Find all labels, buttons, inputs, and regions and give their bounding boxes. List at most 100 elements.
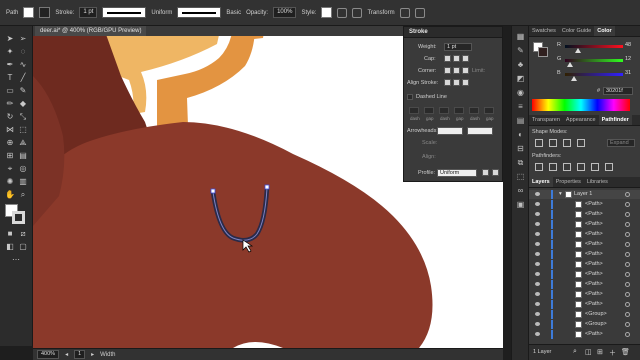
minus-front-icon[interactable] xyxy=(549,139,557,147)
target-icon[interactable] xyxy=(625,192,630,197)
gap-field[interactable] xyxy=(424,107,434,114)
visibility-eye-icon[interactable] xyxy=(535,222,540,226)
crop-icon[interactable] xyxy=(577,163,585,171)
artboard-nav-prev[interactable]: ◂ xyxy=(65,351,68,358)
delete-layer-icon[interactable]: 🗑 xyxy=(621,348,630,356)
transform-panel-icon[interactable]: ⬚ xyxy=(516,172,525,181)
profile-select[interactable]: Uniform xyxy=(437,169,477,177)
target-icon[interactable] xyxy=(625,222,630,227)
b-value[interactable]: 31 xyxy=(625,70,631,76)
tab-swatches[interactable]: Swatches xyxy=(529,26,559,36)
eraser-icon[interactable]: ◆ xyxy=(18,99,28,109)
fill-swatch[interactable] xyxy=(23,7,35,18)
curvature-tool-icon[interactable]: ∿ xyxy=(18,60,28,70)
round-cap-icon[interactable] xyxy=(453,55,460,62)
item-name[interactable]: <Path> xyxy=(585,230,603,239)
layer-item-row[interactable]: <Path> xyxy=(529,230,640,239)
r-value[interactable]: 48 xyxy=(625,42,631,48)
layer-item-row[interactable]: <Path> xyxy=(529,220,640,229)
align-center-icon[interactable] xyxy=(444,79,451,86)
visibility-eye-icon[interactable] xyxy=(535,312,540,316)
item-name[interactable]: <Path> xyxy=(585,250,603,259)
edit-toolbar-icon[interactable]: ⋯ xyxy=(11,255,21,265)
square-cap-icon[interactable] xyxy=(462,55,469,62)
blend-tool-icon[interactable]: ◎ xyxy=(18,164,28,174)
unite-icon[interactable] xyxy=(535,139,543,147)
item-name[interactable]: <Path> xyxy=(585,290,603,299)
zoom-field[interactable]: 400% xyxy=(37,350,60,359)
opacity-field[interactable]: 100% xyxy=(273,7,297,18)
layer-item-row[interactable]: <Group> xyxy=(529,320,640,329)
item-name[interactable]: <Path> xyxy=(585,200,603,209)
target-icon[interactable] xyxy=(625,252,630,257)
visibility-eye-icon[interactable] xyxy=(535,202,540,206)
tab-libraries[interactable]: Libraries xyxy=(584,177,611,187)
dash-field[interactable] xyxy=(469,107,479,114)
align-outside-icon[interactable] xyxy=(462,79,469,86)
make-clipping-mask-icon[interactable]: ◫ xyxy=(585,348,592,356)
visibility-eye-icon[interactable] xyxy=(535,302,540,306)
flip-along-icon[interactable] xyxy=(482,169,489,176)
perspective-grid-icon[interactable]: ⟁ xyxy=(18,138,28,148)
flip-icon[interactable] xyxy=(399,7,410,18)
appearance-icon[interactable]: ◉ xyxy=(516,88,525,97)
eyedropper-icon[interactable]: ⌖ xyxy=(5,164,15,174)
graph-tool-icon[interactable]: ▥ xyxy=(18,177,28,187)
artboard-nav-next[interactable]: ▸ xyxy=(91,351,94,358)
target-icon[interactable] xyxy=(625,332,630,337)
target-icon[interactable] xyxy=(625,312,630,317)
draw-mode-icon[interactable]: ◧ xyxy=(5,242,15,252)
visibility-eye-icon[interactable] xyxy=(535,262,540,266)
item-name[interactable]: <Path> xyxy=(585,260,603,269)
g-slider[interactable] xyxy=(565,59,623,62)
layer-item-row[interactable]: <Path> xyxy=(529,330,640,339)
item-name[interactable]: <Path> xyxy=(585,330,603,339)
layer-item-row[interactable]: <Path> xyxy=(529,260,640,269)
end-arrowhead-select[interactable] xyxy=(467,127,493,135)
divide-icon[interactable] xyxy=(535,163,543,171)
merge-icon[interactable] xyxy=(563,163,571,171)
arrange-icon[interactable] xyxy=(414,7,425,18)
swatches-icon[interactable]: ▦ xyxy=(516,32,525,41)
screen-mode-icon[interactable]: ▢ xyxy=(18,242,28,252)
visibility-eye-icon[interactable] xyxy=(535,212,540,216)
layer-row[interactable]: ▾ Layer 1 xyxy=(529,190,640,199)
miter-join-icon[interactable] xyxy=(444,67,451,74)
expand-arrow-icon[interactable]: ▾ xyxy=(559,190,562,199)
dash-field[interactable] xyxy=(439,107,449,114)
graphic-style-swatch[interactable] xyxy=(321,7,333,18)
weight-field[interactable]: 1 pt xyxy=(444,43,472,51)
r-slider[interactable] xyxy=(565,45,623,48)
stroke-swatch[interactable] xyxy=(39,7,51,18)
item-name[interactable]: <Path> xyxy=(585,300,603,309)
align-inside-icon[interactable] xyxy=(453,79,460,86)
tab-transparency[interactable]: Transparen xyxy=(529,115,563,125)
brush-definition[interactable] xyxy=(177,7,222,18)
stroke-proxy[interactable] xyxy=(538,47,548,57)
visibility-eye-icon[interactable] xyxy=(535,232,540,236)
hex-field[interactable]: 30201f xyxy=(603,87,633,95)
dashed-line-checkbox[interactable] xyxy=(407,94,413,100)
transform-link[interactable]: Transform xyxy=(367,10,394,16)
tab-pathfinder[interactable]: Pathfinder xyxy=(598,115,632,125)
minus-back-icon[interactable] xyxy=(605,163,613,171)
visibility-eye-icon[interactable] xyxy=(535,252,540,256)
item-name[interactable]: <Path> xyxy=(585,220,603,229)
paintbrush-icon[interactable]: ✎ xyxy=(18,86,28,96)
artboards-icon[interactable]: ▣ xyxy=(516,200,525,209)
rectangle-tool-icon[interactable]: ▭ xyxy=(5,86,15,96)
target-icon[interactable] xyxy=(625,302,630,307)
g-slider-knob[interactable] xyxy=(567,62,573,67)
artboard-number[interactable]: 1 xyxy=(74,350,86,359)
layer-item-row[interactable]: <Group> xyxy=(529,310,640,319)
gap-field[interactable] xyxy=(484,107,494,114)
item-name[interactable]: <Path> xyxy=(585,270,603,279)
new-sublayer-icon[interactable]: ⊞ xyxy=(597,348,603,356)
none-mode-icon[interactable]: ⧄ xyxy=(18,229,28,239)
layer-name[interactable]: Layer 1 xyxy=(574,190,592,199)
shape-builder-icon[interactable]: ⊕ xyxy=(5,138,15,148)
locate-object-icon[interactable]: ⌕ xyxy=(573,348,577,356)
lasso-icon[interactable]: ◌ xyxy=(18,47,28,57)
recolor-icon[interactable] xyxy=(337,7,348,18)
item-name[interactable]: <Group> xyxy=(585,310,607,319)
